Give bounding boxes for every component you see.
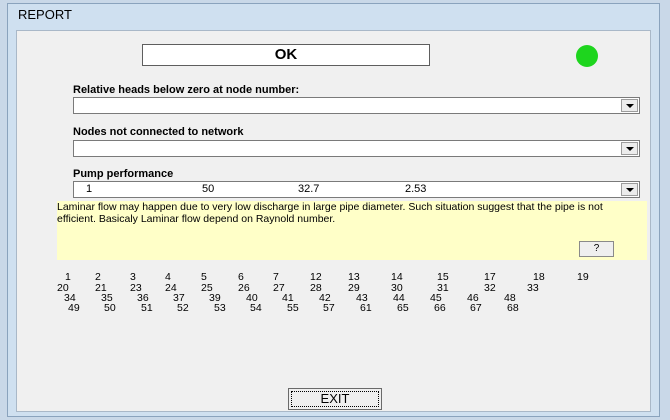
node-number: 51	[141, 302, 153, 314]
relative-heads-label: Relative heads below zero at node number…	[73, 84, 300, 96]
node-number: 65	[397, 302, 409, 314]
pump-value: 1	[86, 183, 93, 195]
relative-heads-dropdown[interactable]	[73, 97, 640, 114]
window-title: REPORT	[18, 7, 72, 22]
status-box: OK	[142, 44, 430, 66]
node-number: 52	[177, 302, 189, 314]
not-connected-label: Nodes not connected to network	[73, 126, 244, 138]
pump-performance-dropdown[interactable]: 1 50 32.7 2.53	[73, 181, 640, 198]
node-number: 57	[323, 302, 335, 314]
node-number: 67	[470, 302, 482, 314]
chevron-down-icon[interactable]	[621, 99, 638, 112]
node-number: 54	[250, 302, 262, 314]
pump-performance-label: Pump performance	[73, 168, 174, 180]
pump-value: 2.53	[405, 183, 427, 195]
node-number: 33	[527, 282, 539, 294]
node-number: 61	[360, 302, 372, 314]
exit-button[interactable]: EXIT	[288, 388, 382, 410]
not-connected-dropdown[interactable]	[73, 140, 640, 157]
report-window: REPORT OK Relative heads below zero at n…	[7, 3, 660, 417]
node-number: 68	[507, 302, 519, 314]
pump-value: 32.7	[298, 183, 320, 195]
note-text: Laminar flow may happen due to very low …	[57, 201, 603, 225]
node-number: 66	[434, 302, 446, 314]
node-number: 55	[287, 302, 299, 314]
node-number: 50	[104, 302, 116, 314]
status-indicator-icon	[576, 45, 598, 67]
report-panel: OK Relative heads below zero at node num…	[16, 30, 651, 412]
help-button[interactable]: ?	[579, 241, 614, 257]
node-number: 32	[484, 282, 496, 294]
chevron-down-icon[interactable]	[621, 183, 638, 196]
chevron-down-icon[interactable]	[621, 142, 638, 155]
pump-value: 50	[202, 183, 215, 195]
node-number: 53	[214, 302, 226, 314]
laminar-flow-note: Laminar flow may happen due to very low …	[57, 201, 647, 260]
node-number: 49	[68, 302, 80, 314]
node-number: 19	[577, 271, 589, 283]
